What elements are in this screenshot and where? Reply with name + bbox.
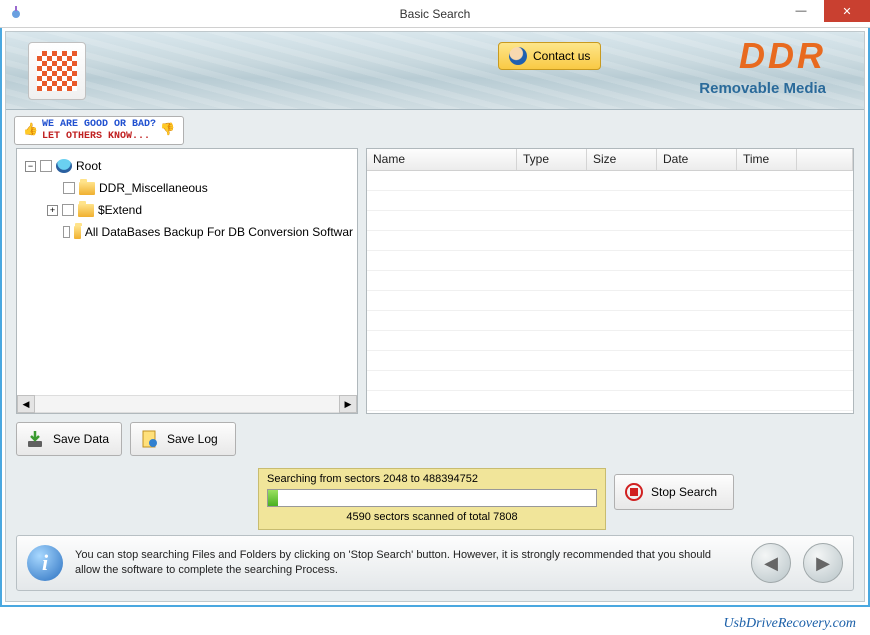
expand-icon[interactable]: + <box>47 205 58 216</box>
titlebar: Basic Search — ✕ <box>0 0 870 28</box>
review-ribbon[interactable]: 👍 WE ARE GOOD OR BAD? LET OTHERS KNOW...… <box>14 116 184 145</box>
tree-label: DDR_Miscellaneous <box>99 181 208 195</box>
tree-root-row[interactable]: − Root <box>21 155 353 177</box>
ribbon-line1: WE ARE GOOD OR BAD? <box>42 119 156 130</box>
list-header: Name Type Size Date Time <box>367 149 853 171</box>
info-icon: i <box>27 545 63 581</box>
col-type[interactable]: Type <box>517 149 587 170</box>
window-title: Basic Search <box>400 7 471 21</box>
scroll-left-icon[interactable]: ◀ <box>17 395 35 413</box>
close-button[interactable]: ✕ <box>824 0 870 22</box>
save-log-icon <box>139 429 159 449</box>
col-date[interactable]: Date <box>657 149 737 170</box>
thumbs-down-icon: 👎 <box>160 124 175 138</box>
thumbs-up-icon: 👍 <box>23 124 38 138</box>
tree-row[interactable]: DDR_Miscellaneous <box>21 177 353 199</box>
app-icon <box>6 4 26 24</box>
forward-button[interactable]: ▶ <box>803 543 843 583</box>
progress-range: Searching from sectors 2048 to 488394752 <box>267 473 597 485</box>
progress-panel: Searching from sectors 2048 to 488394752… <box>258 468 606 530</box>
scroll-right-icon[interactable]: ▶ <box>339 395 357 413</box>
save-data-label: Save Data <box>53 432 109 446</box>
stop-search-button[interactable]: Stop Search <box>614 474 734 510</box>
save-log-label: Save Log <box>167 432 218 446</box>
stop-label: Stop Search <box>651 485 717 499</box>
col-size[interactable]: Size <box>587 149 657 170</box>
tree-label: Root <box>76 159 101 173</box>
scroll-track[interactable] <box>35 395 339 413</box>
brand-subtitle: Removable Media <box>699 80 826 97</box>
contact-label: Contact us <box>533 49 590 63</box>
save-data-icon <box>25 429 45 449</box>
back-button[interactable]: ◀ <box>751 543 791 583</box>
folder-tree-panel: − Root DDR_Miscellaneous + $Ex <box>16 148 358 414</box>
tree-row[interactable]: All DataBases Backup For DB Conversion S… <box>21 221 353 243</box>
person-icon <box>509 47 527 65</box>
footer-link[interactable]: UsbDriveRecovery.com <box>723 616 856 632</box>
stop-icon <box>625 483 643 501</box>
folder-icon <box>78 204 94 217</box>
drive-icon <box>56 159 72 173</box>
ribbon-line2: LET OTHERS KNOW... <box>42 131 150 142</box>
brand-title: DDR <box>739 38 826 74</box>
tree-row[interactable]: + $Extend <box>21 199 353 221</box>
info-bar: i You can stop searching Files and Folde… <box>16 535 854 591</box>
col-name[interactable]: Name <box>367 149 517 170</box>
folder-icon <box>79 182 95 195</box>
file-list-panel: Name Type Size Date Time <box>366 148 854 414</box>
tree-label: All DataBases Backup For DB Conversion S… <box>85 225 353 239</box>
checkbox[interactable] <box>40 160 52 172</box>
checkbox[interactable] <box>63 226 70 238</box>
checkbox[interactable] <box>63 182 75 194</box>
save-log-button[interactable]: Save Log <box>130 422 236 456</box>
info-text: You can stop searching Files and Folders… <box>75 548 739 578</box>
folder-icon <box>74 226 81 239</box>
minimize-button[interactable]: — <box>778 0 824 22</box>
tree-label: $Extend <box>98 203 142 217</box>
progress-count: 4590 sectors scanned of total 7808 <box>267 511 597 523</box>
list-body <box>367 171 853 413</box>
tree-scrollbar[interactable]: ◀ ▶ <box>17 395 357 413</box>
checkbox[interactable] <box>62 204 74 216</box>
app-logo <box>28 42 86 100</box>
contact-us-button[interactable]: Contact us <box>498 42 601 70</box>
progress-bar <box>267 489 597 507</box>
collapse-icon[interactable]: − <box>25 161 36 172</box>
col-time[interactable]: Time <box>737 149 797 170</box>
save-data-button[interactable]: Save Data <box>16 422 122 456</box>
col-extra <box>797 149 853 170</box>
header-banner: Contact us DDR Removable Media <box>6 32 864 110</box>
